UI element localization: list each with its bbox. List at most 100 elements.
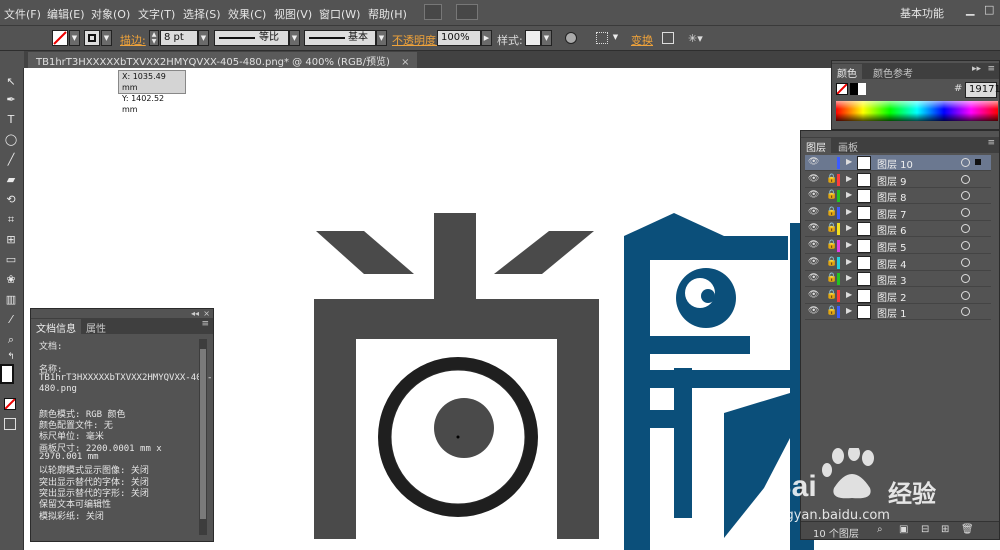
type-tool-icon[interactable]: T: [4, 114, 18, 126]
panel-menu-icon[interactable]: ≡: [201, 319, 209, 329]
visibility-eye-icon[interactable]: 👁: [808, 306, 819, 316]
target-icon[interactable]: [961, 241, 970, 250]
menu-view[interactable]: 视图(V): [274, 6, 312, 22]
stroke-dropdown[interactable]: ▼: [101, 30, 112, 46]
visibility-eye-icon[interactable]: 👁: [808, 240, 819, 250]
visibility-eye-icon[interactable]: 👁: [808, 273, 819, 283]
lock-icon[interactable]: 🔒: [826, 290, 837, 300]
profile-dropdown[interactable]: ▼: [289, 30, 300, 46]
lock-icon[interactable]: 🔒: [826, 223, 837, 233]
workspace-switcher[interactable]: 基本功能: [900, 5, 944, 21]
layer-row[interactable]: 👁 🔒 ▶ 图层 7: [805, 204, 991, 221]
isolate-icon[interactable]: [662, 32, 674, 44]
lock-icon[interactable]: 🔒: [826, 257, 837, 267]
free-transform-tool-icon[interactable]: ⌗: [4, 214, 18, 226]
layer-row[interactable]: 👁 🔒 ▶ 图层 2: [805, 287, 991, 304]
layer-row[interactable]: 👁 ▶ 图层 10: [805, 155, 991, 171]
layer-row[interactable]: 👁 🔒 ▶ 图层 3: [805, 271, 991, 288]
brush-dropdown[interactable]: ▼: [376, 30, 387, 46]
none-color-icon[interactable]: [836, 83, 848, 95]
white-swatch[interactable]: [858, 83, 866, 95]
close-icon[interactable]: ×: [401, 57, 409, 68]
visibility-eye-icon[interactable]: 👁: [808, 190, 819, 200]
tab-color[interactable]: 颜色: [832, 64, 862, 80]
menu-object[interactable]: 对象(O): [91, 6, 130, 22]
arrange-documents-icon[interactable]: [456, 4, 478, 20]
ellipse-tool-icon[interactable]: ◯: [4, 134, 18, 146]
expand-triangle-icon[interactable]: ▶: [846, 290, 852, 299]
target-icon[interactable]: [961, 158, 970, 167]
target-icon[interactable]: [961, 224, 970, 234]
visibility-eye-icon[interactable]: 👁: [808, 257, 819, 267]
layer-row[interactable]: 👁 🔒 ▶ 图层 9: [805, 171, 991, 188]
fill-dropdown[interactable]: ▼: [69, 30, 80, 46]
target-icon[interactable]: [961, 174, 970, 184]
lock-icon[interactable]: 🔒: [826, 207, 837, 217]
menu-window[interactable]: 窗口(W): [319, 6, 360, 22]
collapse-icon[interactable]: ◂◂: [191, 309, 199, 318]
visibility-eye-icon[interactable]: 👁: [808, 174, 819, 184]
layer-row[interactable]: 👁 🔒 ▶ 图层 6: [805, 221, 991, 238]
target-icon[interactable]: [961, 307, 970, 317]
transform-label[interactable]: 变换: [631, 32, 653, 48]
color-spectrum[interactable]: [836, 101, 998, 121]
scrollbar[interactable]: [199, 339, 207, 535]
stroke-swatch[interactable]: [84, 30, 100, 46]
graph-tool-icon[interactable]: ▥: [4, 294, 18, 306]
recolor-icon[interactable]: [565, 32, 577, 44]
eraser-tool-icon[interactable]: ▰: [4, 174, 18, 186]
target-icon[interactable]: [961, 290, 970, 300]
opacity-dropdown[interactable]: ▶: [481, 30, 492, 46]
expand-triangle-icon[interactable]: ▶: [846, 240, 852, 249]
shape-builder-tool-icon[interactable]: ⊞: [4, 234, 18, 246]
tab-document-info[interactable]: 文档信息: [31, 319, 81, 335]
brush-tool-icon[interactable]: ╱: [4, 154, 18, 166]
expand-triangle-icon[interactable]: ▶: [846, 207, 852, 216]
panel-menu-icon[interactable]: ≡: [987, 64, 995, 74]
options-icon[interactable]: ✳▾: [688, 32, 703, 45]
draw-mode-icon[interactable]: [4, 418, 16, 430]
close-panel-icon[interactable]: ×: [203, 309, 210, 318]
black-swatch[interactable]: [850, 83, 858, 95]
collapse-icon[interactable]: ▸▸: [972, 64, 981, 74]
expand-triangle-icon[interactable]: ▶: [846, 273, 852, 282]
document-tab[interactable]: TB1hrT3HXXXXXbTXVXX2HMYQVXX-405-480.png*…: [28, 52, 418, 68]
style-dropdown[interactable]: ▼: [541, 30, 552, 46]
minimize-icon[interactable]: ▁: [966, 3, 974, 16]
menu-edit[interactable]: 编辑(E): [47, 6, 85, 22]
layer-row[interactable]: 👁 🔒 ▶ 图层 8: [805, 188, 991, 205]
lock-icon[interactable]: 🔒: [826, 174, 837, 184]
expand-triangle-icon[interactable]: ▶: [846, 306, 852, 315]
tab-layers[interactable]: 图层: [801, 138, 831, 154]
tab-color-guide[interactable]: 颜色参考: [868, 64, 918, 80]
layer-row[interactable]: 👁 🔒 ▶ 图层 1: [805, 304, 991, 321]
lock-icon[interactable]: 🔒: [826, 240, 837, 250]
brush-definition[interactable]: 基本: [304, 30, 376, 46]
pen-tool-icon[interactable]: ✒: [4, 94, 18, 106]
expand-triangle-icon[interactable]: ▶: [846, 174, 852, 183]
visibility-eye-icon[interactable]: 👁: [808, 207, 819, 217]
layer-row[interactable]: 👁 🔒 ▶ 图层 4: [805, 254, 991, 271]
align-dropdown[interactable]: ▼: [610, 30, 621, 46]
menu-effect[interactable]: 效果(C): [228, 6, 266, 22]
lock-icon[interactable]: 🔒: [826, 306, 837, 316]
target-icon[interactable]: [961, 257, 970, 267]
gradient-tool-icon[interactable]: ▭: [4, 254, 18, 266]
scrollbar-thumb[interactable]: [200, 349, 206, 519]
lock-icon[interactable]: 🔒: [826, 273, 837, 283]
fill-swatch[interactable]: [52, 30, 68, 46]
visibility-eye-icon[interactable]: 👁: [808, 157, 819, 167]
bridge-icon[interactable]: [424, 4, 442, 20]
none-color-icon[interactable]: [4, 398, 16, 410]
stroke-stepper[interactable]: ▲ ▼: [149, 30, 159, 46]
opacity-label[interactable]: 不透明度:: [392, 32, 440, 48]
tab-artboards[interactable]: 画板: [833, 138, 863, 154]
expand-triangle-icon[interactable]: ▶: [846, 223, 852, 232]
menu-type[interactable]: 文字(T): [138, 6, 175, 22]
tab-attributes[interactable]: 属性: [81, 319, 111, 335]
zoom-tool-icon[interactable]: ⌕: [4, 334, 18, 346]
lock-icon[interactable]: 🔒: [826, 190, 837, 200]
expand-triangle-icon[interactable]: ▶: [846, 190, 852, 199]
menu-select[interactable]: 选择(S): [183, 6, 221, 22]
selection-tool-icon[interactable]: ↖: [4, 76, 18, 88]
